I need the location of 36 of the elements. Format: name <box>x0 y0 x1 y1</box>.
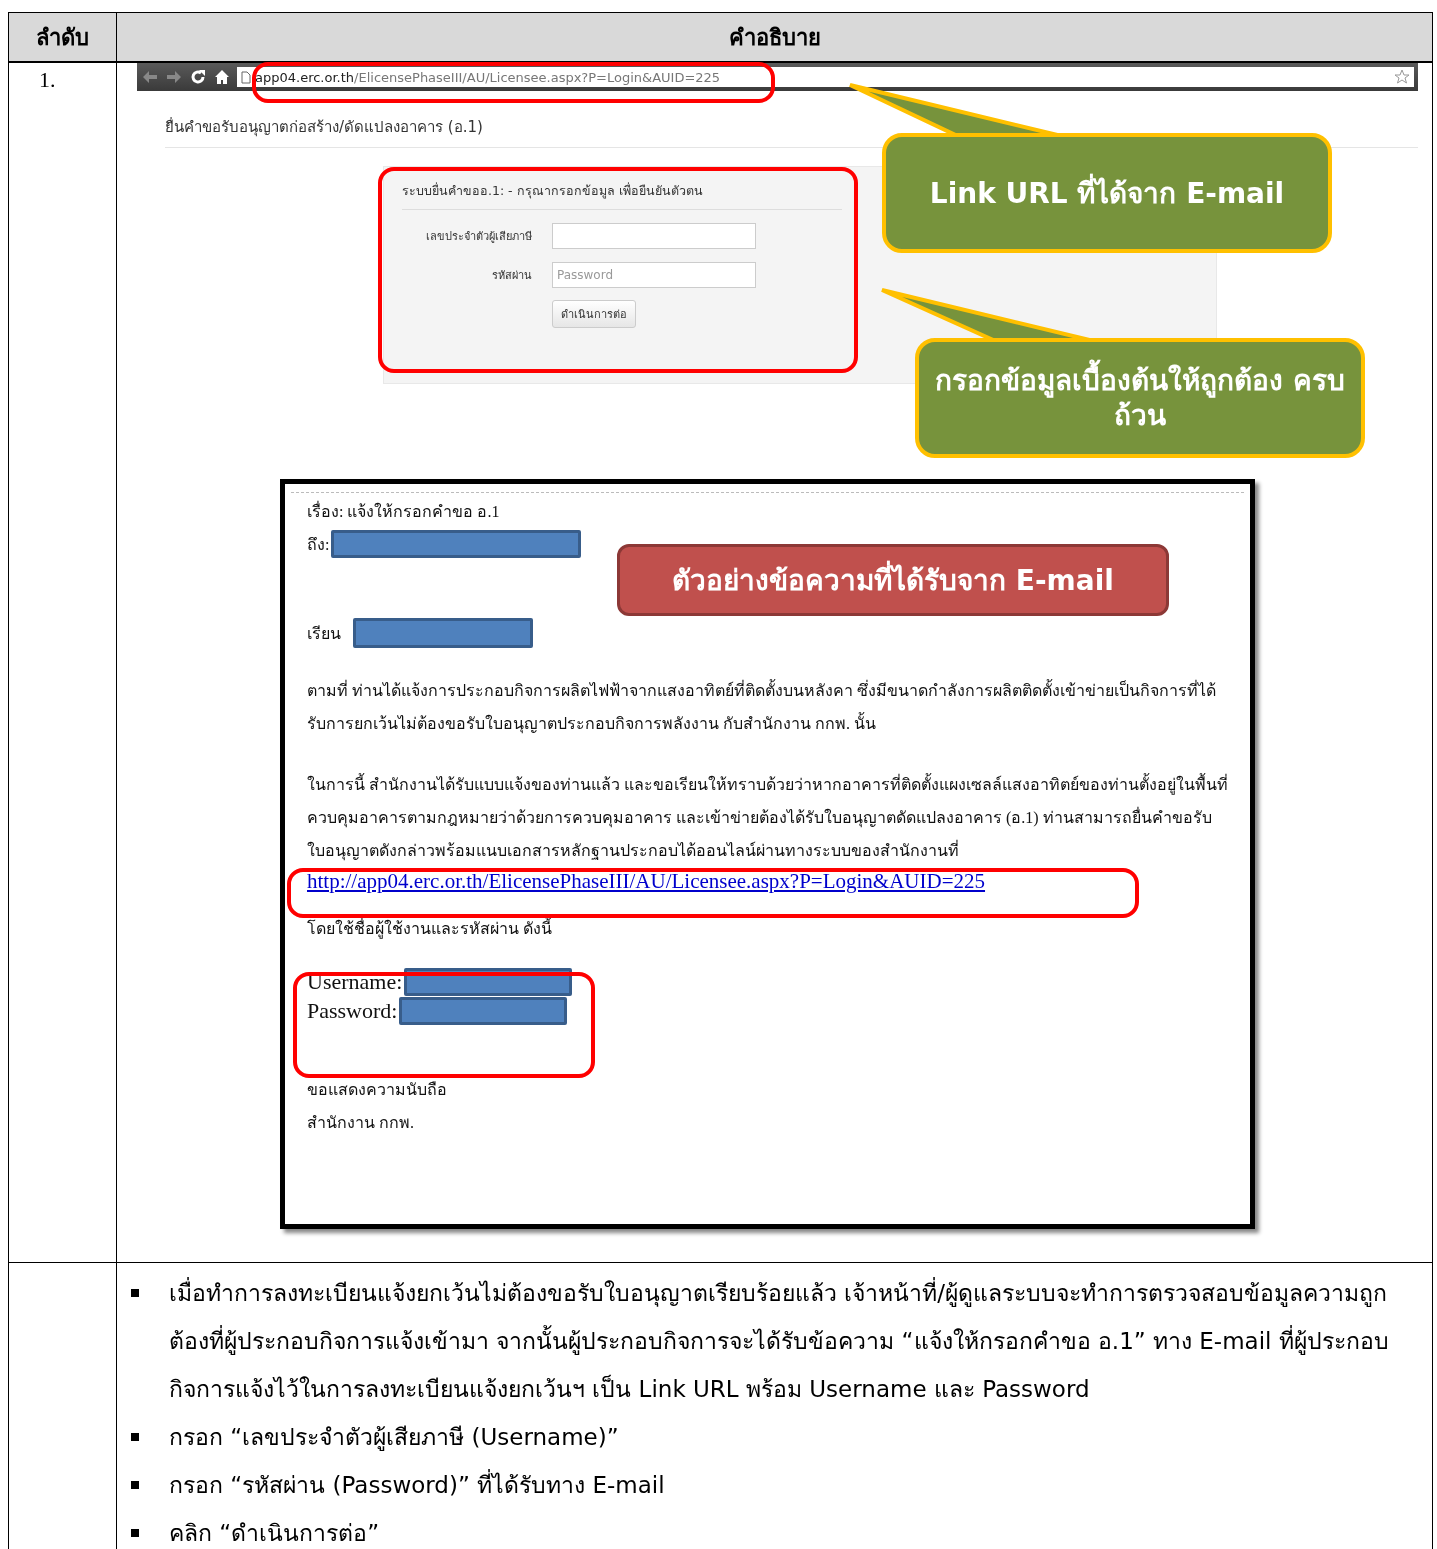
address-bar[interactable]: app04.erc.or.th/ElicensePhaseIII/AU/Licensee.aspx?P=Login&AUID=225 <box>237 67 1414 87</box>
email-closing: ขอแสดงความนับถือ <box>307 1080 448 1100</box>
instruction-text: คลิก “ดำเนินการต่อ” <box>169 1519 380 1548</box>
email-link[interactable]: http://app04.erc.or.th/ElicensePhaseIII/AU/Licensee.aspx?P=Login&AUID=225 <box>307 869 986 894</box>
bullet-icon <box>131 1529 139 1537</box>
credential-label: Username: <box>307 968 403 996</box>
bullet-icon <box>131 1289 139 1297</box>
reload-icon[interactable] <box>189 68 207 86</box>
recipient-label: ถึง: <box>307 534 330 555</box>
credential-label: Password: <box>307 997 398 1025</box>
email-paragraph: ในการนี้ สำนักงานได้รับแบบแจ้งของท่านแล้ว และขอเรียนให้ทราบด้วยว่าหากอาคารที่ติดตั้งแผงเซลล์แสงอาทิตย์ของท่านตั้งอยู่ในพื้นที่ควบคุมอาคารตามกฎหมายว่าด้วยการควบคุมอาคาร และเข้าข่ายต้องได้รับใบอนุญาตดัดแปลงอาคาร (อ.1) ท่านสามารถยื่นคำขอรับใบอนุญาตดังกล่าวพร้อมแนบเอกสารหลักฐานประกอบได้ออนไลน์ผ่านทางระบบของสำนักงานที่ <box>307 768 1228 867</box>
email-subject: เรื่อง: แจ้งให้กรอกคำขอ อ.1 <box>307 500 500 522</box>
input-field[interactable]: Password <box>552 262 756 288</box>
row-number: 1. <box>9 63 117 1263</box>
form-heading: ระบบยื่นคำขออ.1: - กรุณากรอกข้อมูล เพื่อยืนยันตัวตน <box>402 181 842 210</box>
credentials-intro: โดยใช้ชื่อผู้ใช้งานและรหัสผ่าน ดังนี้ <box>307 917 553 941</box>
instruction-text: เมื่อทำการลงทะเบียนแจ้งยกเว้นไม่ต้องขอรับใบอนุญาตเรียบร้อยแล้ว เจ้าหน้าที่/ผู้ดูแลระบบจะทำการตรวจสอบข้อมูลความถูกต้องที่ผู้ประกอบกิจการแจ้งเข้ามา จากนั้นผู้ประกอบกิจการจะได้รับข้อความ “แจ้งให้กรอกคำขอ อ.1” ทาง E-mail ที่ผู้ประกอบกิจการแจ้งไว้ในการลงทะเบียนแจ้งยกเว้นฯ เป็น Link URL พร้อม Username และ Password <box>169 1269 1422 1413</box>
bullet-icon <box>131 1481 139 1489</box>
instruction-text: กรอก “เลขประจำตัวผู้เสียภาษี (Username)” <box>169 1423 619 1453</box>
field-label: เลขประจำตัวผู้เสียภาษี <box>425 229 532 245</box>
star-icon[interactable] <box>1394 69 1410 85</box>
example-label: ตัวอย่างข้อความที่ได้รับจาก E-mail <box>617 544 1169 616</box>
bullet-icon <box>131 1433 139 1441</box>
column-header: คำอธิบาย <box>117 13 1433 63</box>
email-paragraph: ตามที่ ท่านได้แจ้งการประกอบกิจการผลิตไฟฟ้าจากแสงอาทิตย์ที่ติดตั้งบนหลังคา ซึ่งมีขนาดกำลังการผลิตติดตั้งเข้าข่ายเป็นกิจการที่ได้รับการยกเว้นไม่ต้องขอรับใบอนุญาตประกอบกิจการพลังงาน กับสำนักงาน กกพ. นั้น <box>307 674 1228 740</box>
continue-button[interactable]: ดำเนินการต่อ <box>552 300 636 328</box>
forward-arrow-icon[interactable] <box>165 68 183 86</box>
url-text: app04.erc.or.th/ElicensePhaseIII/AU/Licensee.aspx?P=Login&AUID=225 <box>255 69 721 85</box>
field-label: รหัสผ่าน <box>491 268 532 284</box>
salutation: เรียน <box>307 623 341 644</box>
page-icon <box>241 70 251 84</box>
instruction-text: กรอก “รหัสผ่าน (Password)” ที่ได้รับทาง E-mail <box>169 1461 665 1509</box>
email-closing: สำนักงาน กกพ. <box>307 1113 415 1133</box>
input-field[interactable] <box>552 223 756 249</box>
home-icon[interactable] <box>213 68 231 86</box>
column-header: ลำดับ <box>9 13 117 63</box>
